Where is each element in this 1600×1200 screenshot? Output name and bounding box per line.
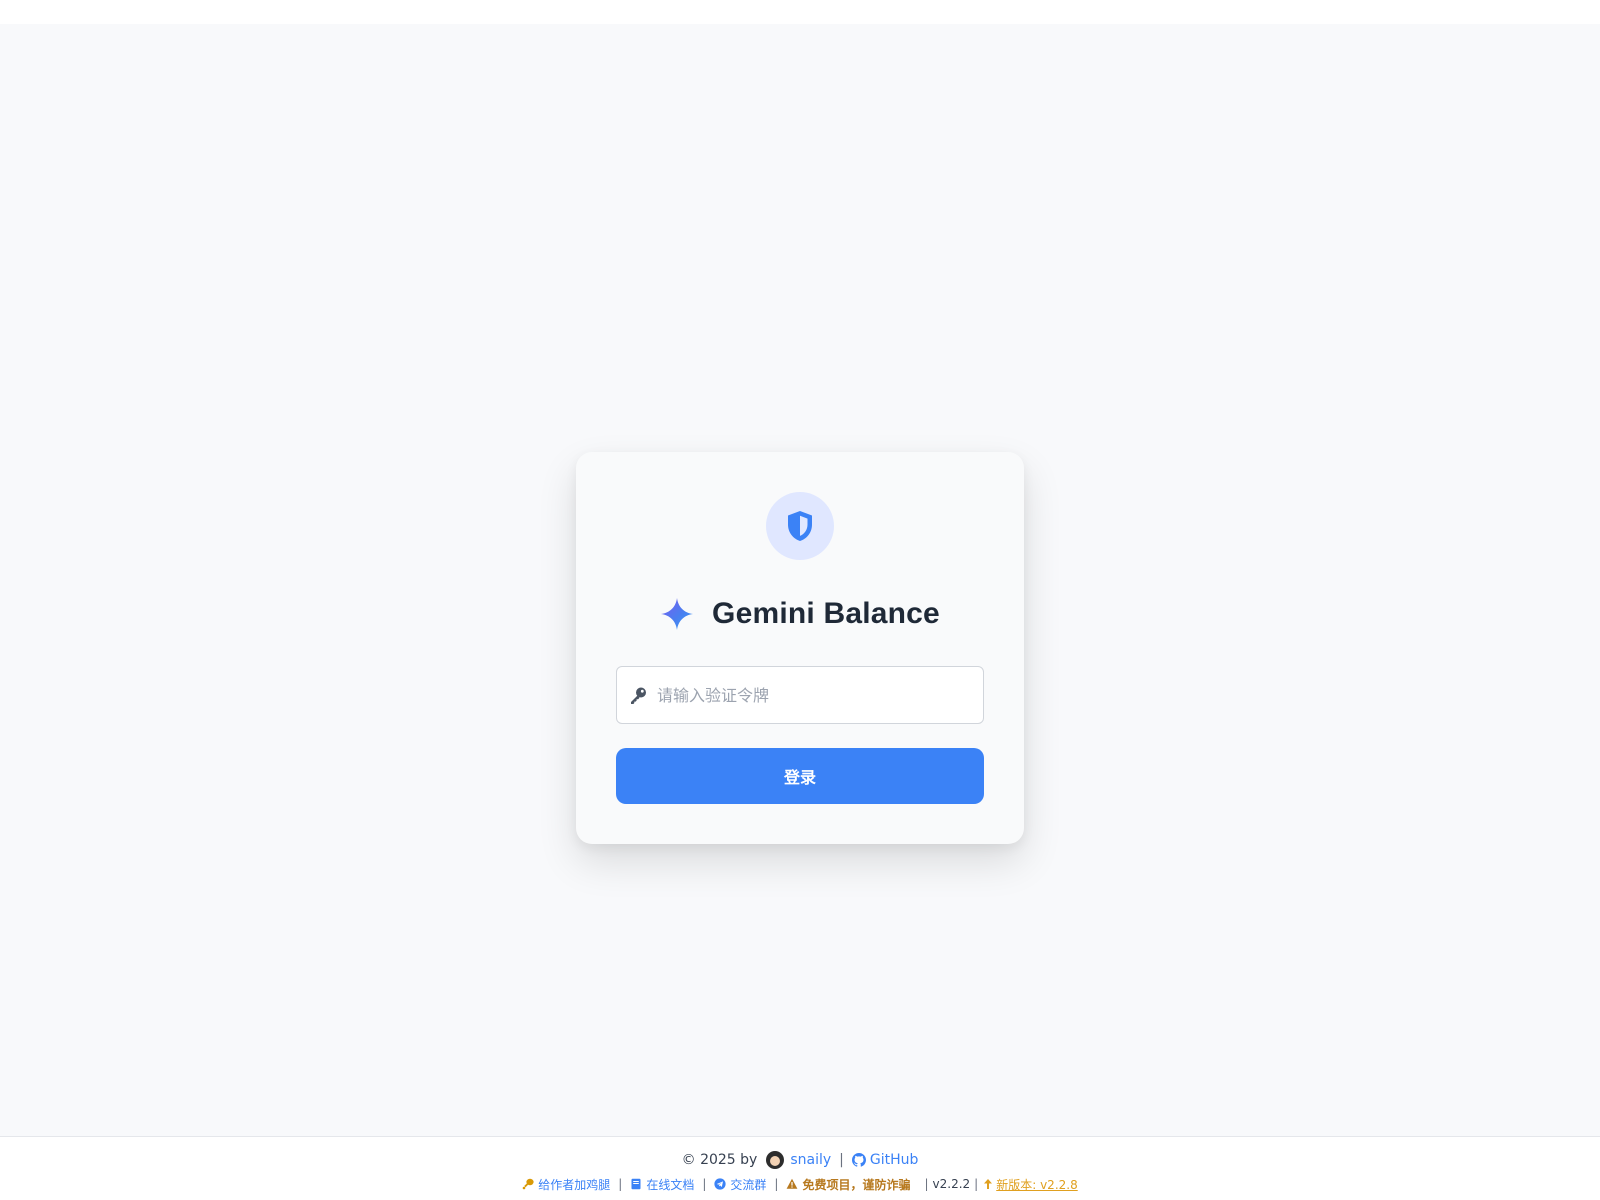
book-icon xyxy=(631,1178,641,1190)
footer-credits: © 2025 by snaily | GitHub xyxy=(0,1149,1600,1171)
separator: | xyxy=(702,1177,707,1191)
arrow-up-icon xyxy=(984,1179,993,1189)
footer: © 2025 by snaily | GitHub 给作者加鸡腿 | 在线文档 … xyxy=(0,1136,1600,1200)
shield-icon xyxy=(788,511,812,541)
footer-links: 给作者加鸡腿 | 在线文档 | 交流群 | 免费项目，谨防诈骗 | v2.2.2… xyxy=(0,1174,1600,1194)
github-link[interactable]: GitHub xyxy=(851,1152,919,1168)
separator: | xyxy=(618,1177,623,1191)
top-strip xyxy=(0,0,1600,24)
fraud-warning: 免费项目，谨防诈骗 xyxy=(786,1176,910,1193)
copyright-text: © 2025 by xyxy=(681,1152,758,1168)
warning-icon xyxy=(787,1178,798,1189)
drumstick-icon xyxy=(522,1178,534,1190)
shield-badge xyxy=(766,492,834,560)
token-input[interactable] xyxy=(657,667,977,723)
sponsor-link[interactable]: 给作者加鸡腿 xyxy=(522,1176,610,1193)
group-label: 交流群 xyxy=(730,1177,767,1192)
key-icon xyxy=(631,687,646,704)
warning-label: 免费项目，谨防诈骗 xyxy=(802,1177,911,1192)
new-version-link[interactable]: 新版本: v2.2.8 xyxy=(982,1176,1078,1193)
sponsor-label: 给作者加鸡腿 xyxy=(538,1177,611,1192)
github-icon xyxy=(851,1153,866,1167)
login-card: Gemini Balance 登录 xyxy=(576,452,1024,844)
app-title: Gemini Balance xyxy=(712,597,940,630)
login-button[interactable]: 登录 xyxy=(616,748,984,804)
separator: | xyxy=(774,1177,779,1191)
author-link[interactable]: snaily xyxy=(790,1152,831,1168)
docs-label: 在线文档 xyxy=(646,1177,695,1192)
token-field[interactable] xyxy=(616,666,984,724)
separator: | xyxy=(924,1177,929,1191)
telegram-icon xyxy=(714,1178,727,1190)
sparkle-icon xyxy=(661,598,694,630)
separator: | xyxy=(974,1177,979,1191)
new-version-label: 新版本: v2.2.8 xyxy=(996,1177,1078,1192)
main-area: Gemini Balance 登录 xyxy=(0,24,1600,1136)
title-row: Gemini Balance xyxy=(576,594,1024,634)
github-label: GitHub xyxy=(869,1152,919,1168)
version-text: v2.2.2 xyxy=(932,1177,971,1191)
docs-link[interactable]: 在线文档 xyxy=(630,1176,694,1193)
group-link[interactable]: 交流群 xyxy=(714,1176,766,1193)
avatar xyxy=(766,1151,785,1169)
separator: | xyxy=(839,1152,844,1168)
